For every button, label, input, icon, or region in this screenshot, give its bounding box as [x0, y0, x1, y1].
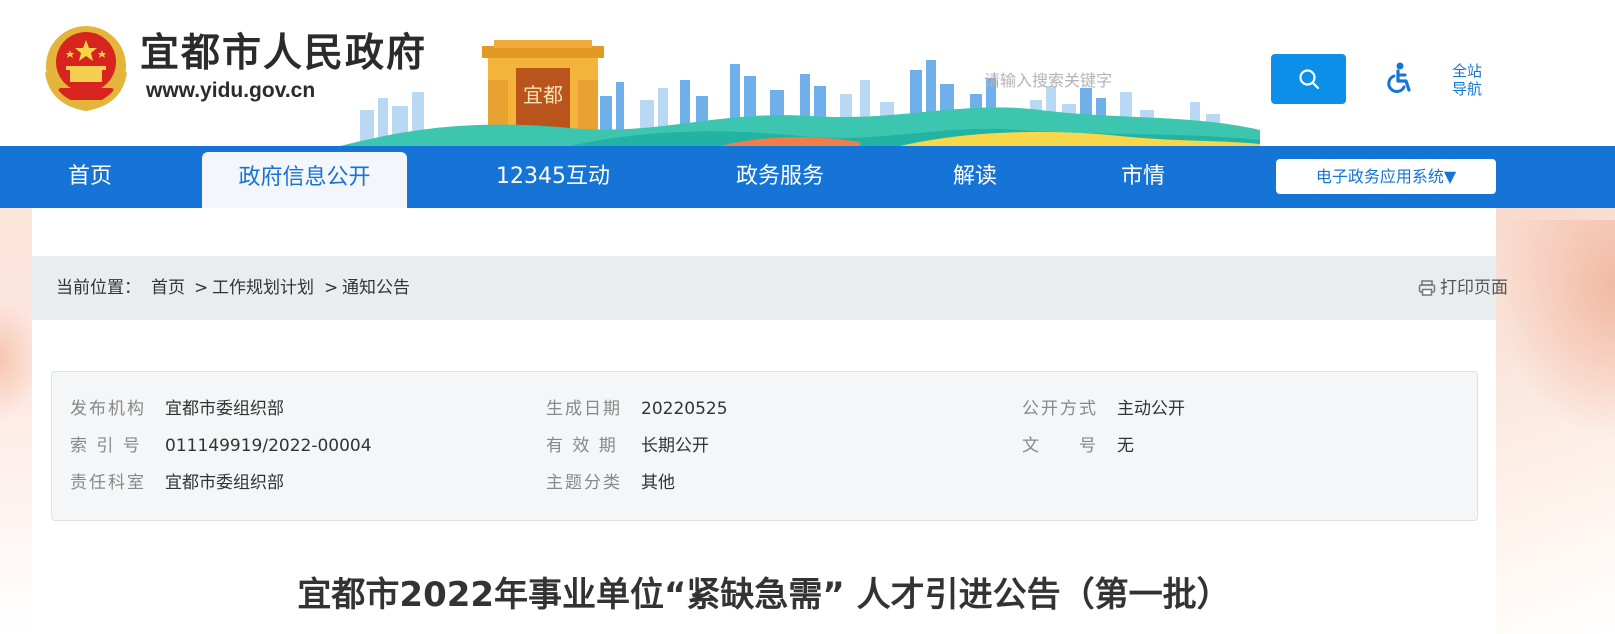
print-page-link[interactable]: 打印页面 [1418, 256, 1508, 320]
print-page-label: 打印页面 [1440, 278, 1508, 298]
publisher-label: 发布机构 [70, 399, 146, 419]
nav-item-home[interactable]: 首页 [44, 146, 136, 208]
nav-item-city-info[interactable]: 市情 [1108, 146, 1178, 208]
site-url: www.yidu.gov.cn [146, 79, 316, 102]
breadcrumb-notice-link[interactable]: 通知公告 [342, 256, 410, 320]
e-gov-apps-dropdown[interactable]: 电子政务应用系统▼ [1276, 159, 1496, 194]
nav-item-interpretation[interactable]: 解读 [940, 146, 1010, 208]
document-number-label: 文 号 [1022, 436, 1098, 456]
printer-icon [1418, 280, 1436, 296]
disclosure-method-value: 主动公开 [1117, 399, 1185, 419]
site-header: 宜都 宜都市人民政府 www.yidu.gov.cn 全站 [0, 0, 1615, 146]
publisher-value: 宜都市委组织部 [165, 399, 284, 419]
breadcrumb-separator: > [324, 278, 339, 298]
generated-date-label: 生成日期 [546, 399, 622, 419]
search-input[interactable] [984, 60, 1184, 100]
nav-item-12345[interactable]: 12345互动 [488, 146, 618, 208]
breadcrumb-plan-link[interactable]: 工作规划计划 [212, 256, 314, 320]
site-map-link[interactable]: 全站导航 [1452, 62, 1492, 98]
background-swirl-right [1496, 220, 1615, 440]
national-emblem-logo [45, 26, 127, 112]
search-icon [1298, 69, 1319, 90]
topic-category-value: 其他 [641, 473, 675, 493]
responsible-dept-label: 责任科室 [70, 473, 146, 493]
document-meta-box: 发布机构 宜都市委组织部 索 引 号 011149919/2022-00004 … [51, 371, 1478, 521]
document-number-value: 无 [1117, 436, 1134, 456]
responsible-dept-value: 宜都市委组织部 [165, 473, 284, 493]
topic-category-label: 主题分类 [546, 473, 622, 493]
generated-date-value: 20220525 [641, 399, 728, 419]
search-button[interactable] [1271, 54, 1346, 104]
article-title: 宜都市2022年事业单位“紧缺急需” 人才引进公告（第一批） [297, 575, 1231, 615]
breadcrumb: 当前位置： 首页 > 工作规划计划 > 通知公告 打印页面 [32, 256, 1508, 320]
breadcrumb-separator: > [194, 278, 209, 298]
breadcrumb-prefix: 当前位置： [56, 278, 141, 298]
nav-item-gov-info[interactable]: 政府信息公开 [202, 152, 407, 208]
wheelchair-icon[interactable] [1384, 62, 1412, 94]
breadcrumb-home-link[interactable]: 首页 [151, 256, 185, 320]
nav-item-services[interactable]: 政务服务 [720, 146, 840, 208]
index-number-value: 011149919/2022-00004 [165, 436, 372, 456]
disclosure-method-label: 公开方式 [1022, 399, 1098, 419]
validity-label: 有 效 期 [546, 436, 618, 456]
site-name: 宜都市人民政府 [140, 30, 428, 76]
index-number-label: 索 引 号 [70, 436, 142, 456]
gate-sign-text: 宜都 [523, 83, 563, 107]
validity-value: 长期公开 [641, 436, 709, 456]
